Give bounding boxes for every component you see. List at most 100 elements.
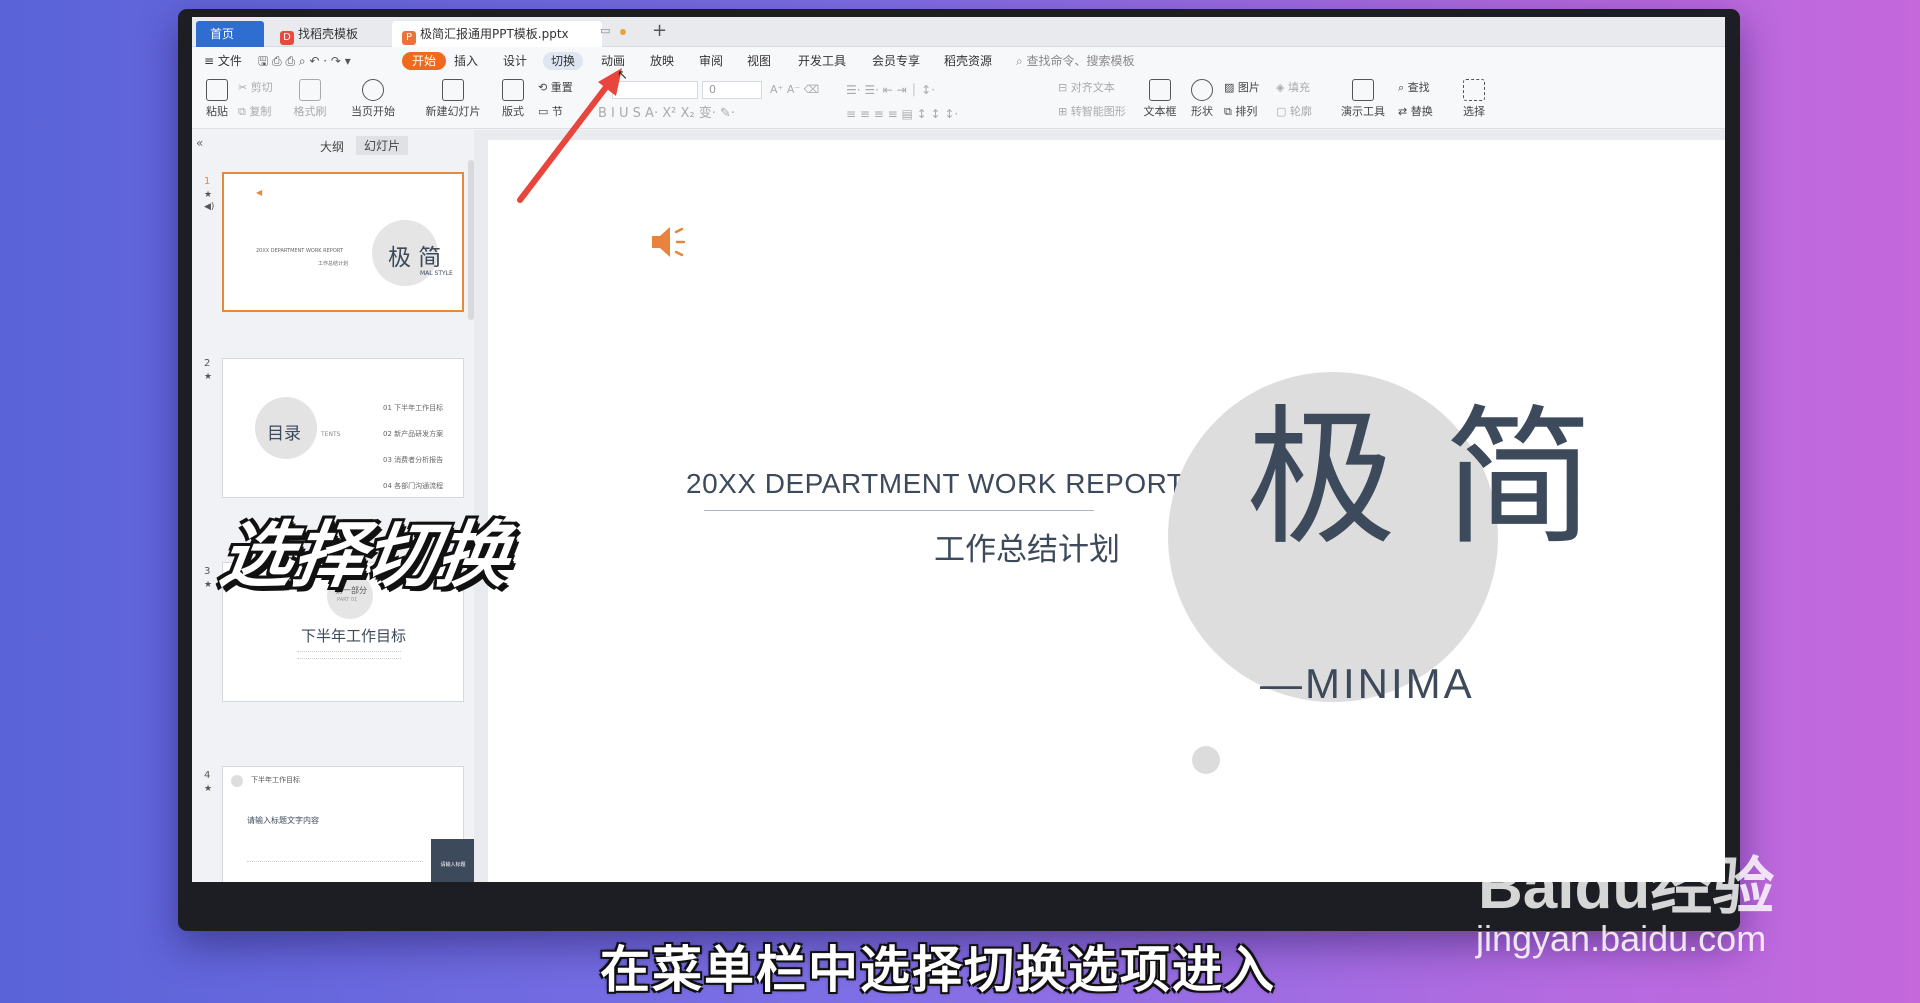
select-icon [1463,79,1485,101]
menu-member[interactable]: 会员专享 [872,52,920,70]
callout-text: 选择切换 [215,513,516,597]
star-icon: ★ [204,580,213,590]
slide-big-text: 极 简 [1246,392,1594,566]
thumb3-title: 下半年工作目标 [301,627,407,645]
textbox-button[interactable]: 文本框 [1140,79,1180,119]
paste-button[interactable]: 粘贴 [200,79,234,119]
menu-start[interactable]: 开始 [402,52,447,70]
monitor-icon[interactable]: ▭ [600,24,610,37]
slide-number-3: 3 [204,566,211,577]
tab-home[interactable]: 首页 [196,21,264,47]
thumb4-icons-row [247,861,423,862]
toc-item: 01 下半年工作目标 [383,395,443,421]
toc-item: 03 消费者分析报告 [383,447,443,473]
menu-review[interactable]: 审阅 [699,52,723,70]
menu-view[interactable]: 视图 [747,52,771,70]
font-size-value: 0 [709,83,716,96]
thumb1-speaker-icon: ◀ [256,188,263,197]
arrange-button[interactable]: ⧉ 排列 [1224,103,1257,121]
select-button[interactable]: 选择 [1456,79,1492,119]
menu-insert[interactable]: 插入 [454,52,478,70]
ppt-file-icon: P [402,31,416,45]
decor-small-circle [1192,746,1220,774]
title-divider [704,510,1094,511]
baidu-watermark-logo: Baidu经验 ❋ [1478,793,1775,926]
align-text-label: 对齐文本 [1070,81,1115,94]
tab-bar: 首页 D 找稻壳模板 P 极简汇报通用PPT模板.pptx ▭ + [192,17,1725,47]
tab-slides[interactable]: 幻灯片 [356,136,409,155]
slide-number-1: 1 [204,176,211,187]
speaker-icon[interactable] [650,224,694,260]
picture-icon: ▨ [1224,81,1238,94]
menu-developer[interactable]: 开发工具 [798,52,846,70]
textbox-icon [1149,79,1171,101]
command-search[interactable]: ⌕ 查找命令、搜索模板 [1016,52,1135,70]
tab-template-label: 找稻壳模板 [298,27,359,41]
smartart-button[interactable]: ⊞ 转智能图形 [1058,103,1126,121]
font-size-select[interactable]: 0 [702,81,762,99]
star-icon: ★ [204,190,213,200]
menu-slideshow[interactable]: 放映 [650,52,674,70]
present-tools-button[interactable]: 演示工具 [1334,79,1392,119]
baidu-logo-text: Baidu经验 [1478,853,1775,922]
cut-label: 剪切 [250,81,273,94]
format-painter-button[interactable]: 格式刷 [290,79,330,119]
toc-num: 01 [383,404,392,412]
toc-text: 各部门沟通流程 [394,482,444,490]
play-icon [362,79,384,101]
toc-text: 消费者分析报告 [394,456,444,464]
menu-bar: ≡ 文件 🖫 ⎙ ⎙ ⌕ ↶ · ↷ ▾ 开始 插入 设计 切换 动画 放映 审… [192,47,1725,75]
star-icon: ★ [204,372,213,382]
thumb4-card: 请输入标题 [431,839,475,882]
picture-button[interactable]: ▨ 图片 [1224,79,1260,97]
tab-template[interactable]: D 找稻壳模板 [270,21,388,47]
slide-title-en: 20XX DEPARTMENT WORK REPORT [686,468,1185,499]
command-search-label: 查找命令、搜索模板 [1026,54,1135,68]
font-size-buttons[interactable]: A⁺ A⁻ ⌫ [770,81,819,99]
fill-button[interactable]: ◈ 填充 [1276,79,1310,97]
thumb4-dot [231,775,243,787]
docer-icon: D [280,31,294,45]
quick-access-toolbar[interactable]: 🖫 ⎙ ⎙ ⌕ ↶ · ↷ ▾ [258,52,351,70]
fill-icon: ◈ [1276,81,1288,94]
current-slide[interactable]: 20XX DEPARTMENT WORK REPORT 工作总结计划 极 简 —… [488,140,1725,882]
align-text-button[interactable]: ⊟ 对齐文本 [1058,79,1115,97]
toc-item: 02 新产品研发方案 [383,421,443,447]
copy-label: 复制 [249,105,272,118]
new-tab-button[interactable]: + [652,20,667,41]
copy-button[interactable]: ⧉ 复制 [238,103,271,121]
slide-thumb-2[interactable]: 目录 TENTS 01 下半年工作目标 02 新产品研发方案 03 消费者分析报… [222,358,464,498]
shape-label: 形状 [1191,105,1213,118]
thumb1-big-text: 极 简 [388,245,442,271]
replace-button[interactable]: ⇄ 替换 [1398,103,1433,121]
arrange-icon: ⧉ [1224,105,1236,118]
align-text-icon: ⊟ [1058,81,1071,94]
slide-number-4: 4 [204,770,211,781]
toc-text: 新产品研发方案 [394,430,444,438]
tab-outline[interactable]: 大纲 [320,138,344,155]
find-button[interactable]: ⌕ 查找 [1398,79,1430,97]
outline-button[interactable]: ▢ 轮廓 [1276,103,1312,121]
slide-thumb-4[interactable]: 下半年工作目标 请输入标题文字内容 请输入标题 [222,766,475,882]
paragraph-buttons[interactable]: ≡ ≡ ≡ ≡ ▤ ↕ ↕ ↕· [846,105,958,123]
new-slide-icon [442,79,464,101]
replace-label: 替换 [1410,105,1433,118]
slide-thumb-1[interactable]: 20XX DEPARTMENT WORK REPORT 工作总结计划 极 简 M… [222,172,464,312]
smartart-icon: ⊞ [1058,105,1071,118]
menu-docer[interactable]: 稻壳资源 [944,52,992,70]
list-buttons[interactable]: ☰· ☰· ⇤ ⇥ ⏐ ↕· [846,81,935,99]
shape-button[interactable]: 形状 [1186,79,1218,119]
tab-file[interactable]: P 极简汇报通用PPT模板.pptx [392,21,602,47]
new-slide-button[interactable]: 新建幻灯片 [418,79,488,119]
thumb2-en-text: TENTS [321,431,341,438]
thumb2-toc: 01 下半年工作目标 02 新产品研发方案 03 消费者分析报告 04 各部门沟… [383,395,443,499]
smartart-label: 转智能图形 [1070,105,1126,118]
slide-minimal-text: —MINIMA [1260,660,1475,707]
from-current-button[interactable]: 当页开始 [344,79,402,119]
toc-num: 03 [383,456,392,464]
thumb1-cn-title: 工作总结计划 [318,261,349,267]
unsaved-dot [620,29,626,35]
collapse-icon[interactable]: « [196,136,203,150]
cut-button[interactable]: ✂ 剪切 [238,79,273,97]
menu-file[interactable]: ≡ 文件 [204,52,242,70]
